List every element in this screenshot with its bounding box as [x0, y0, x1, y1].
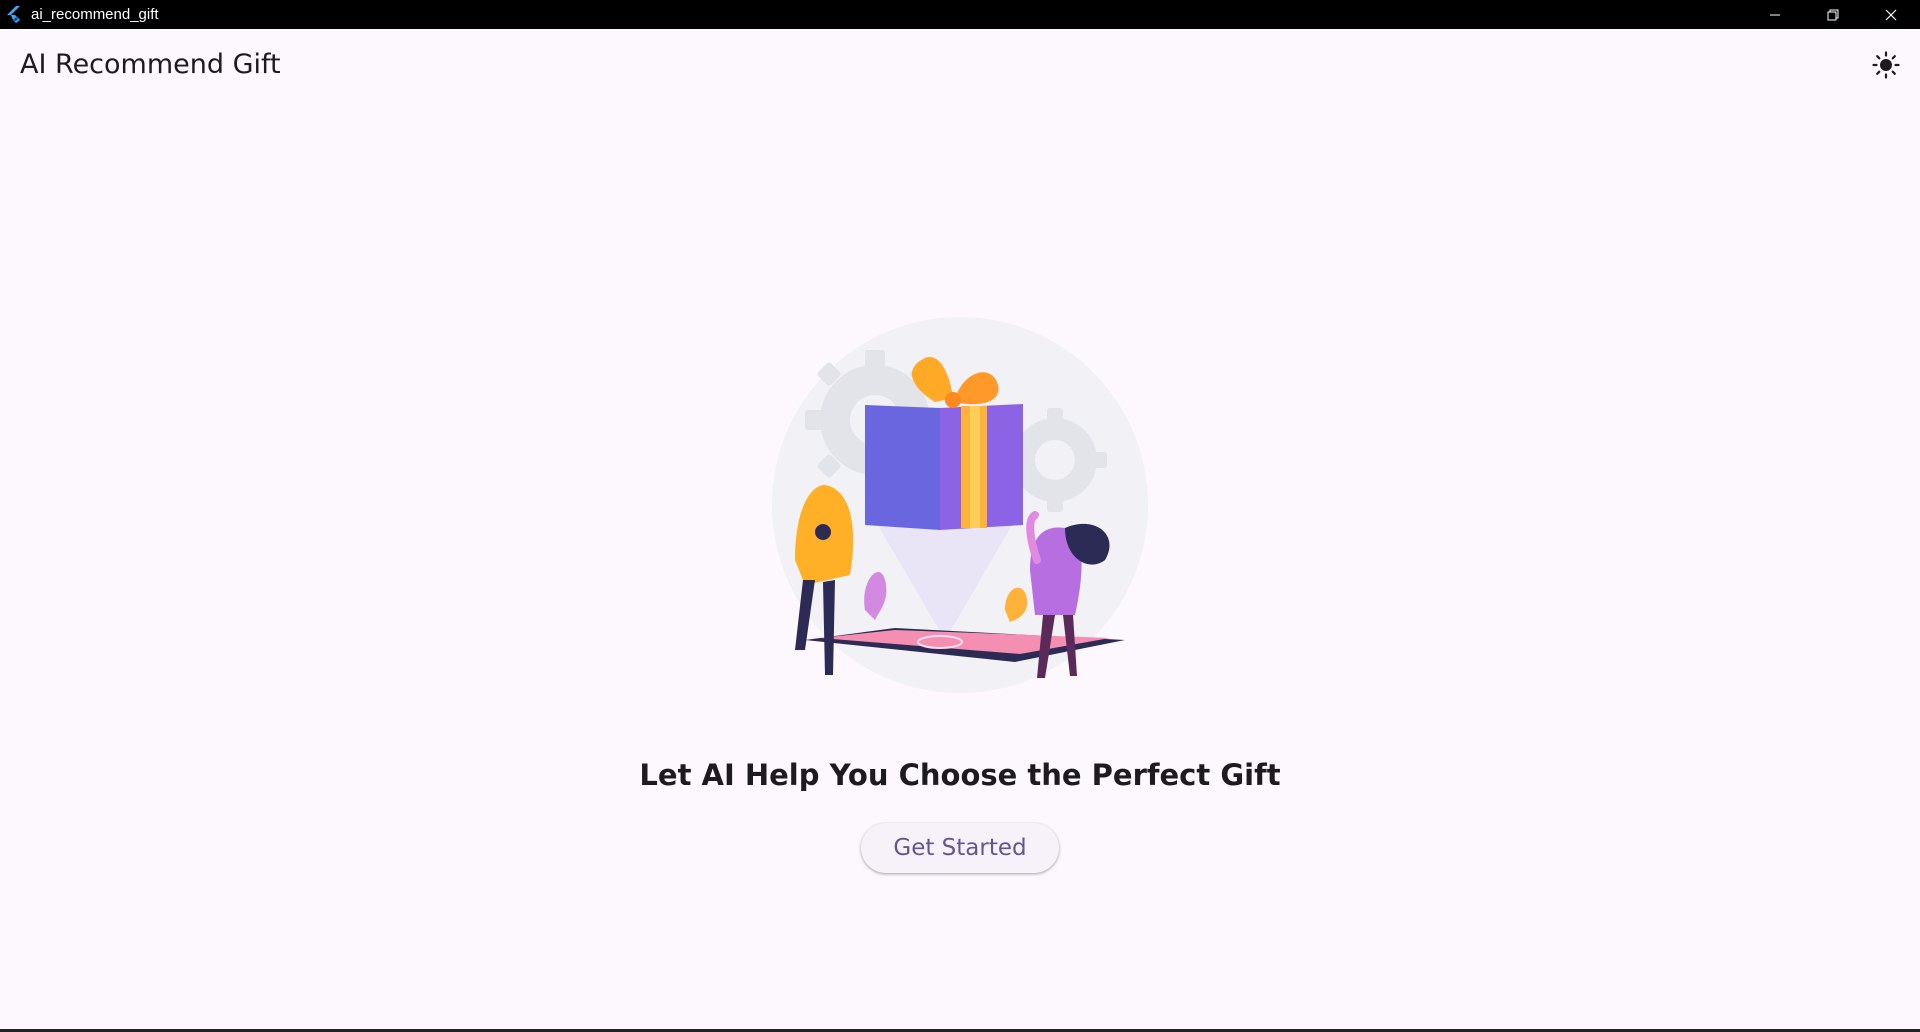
window-controls — [1746, 0, 1920, 29]
restore-icon — [1827, 9, 1839, 20]
restore-button[interactable] — [1804, 0, 1862, 29]
gift-illustration — [765, 310, 1155, 700]
get-started-button[interactable]: Get Started — [861, 823, 1059, 873]
close-icon — [1885, 9, 1897, 20]
theme-toggle-button[interactable] — [1864, 43, 1908, 87]
window-titlebar[interactable]: ai_recommend_gift — [0, 0, 1920, 29]
hero-headline: Let AI Help You Choose the Perfect Gift — [639, 758, 1281, 792]
app-title: AI Recommend Gift — [20, 49, 281, 80]
sun-icon — [1872, 51, 1900, 79]
close-button[interactable] — [1862, 0, 1920, 29]
flutter-app-icon — [5, 6, 23, 24]
window-title: ai_recommend_gift — [31, 6, 159, 23]
minimize-icon — [1770, 14, 1780, 15]
app-bar: AI Recommend Gift — [0, 29, 1920, 101]
minimize-button[interactable] — [1746, 0, 1804, 29]
